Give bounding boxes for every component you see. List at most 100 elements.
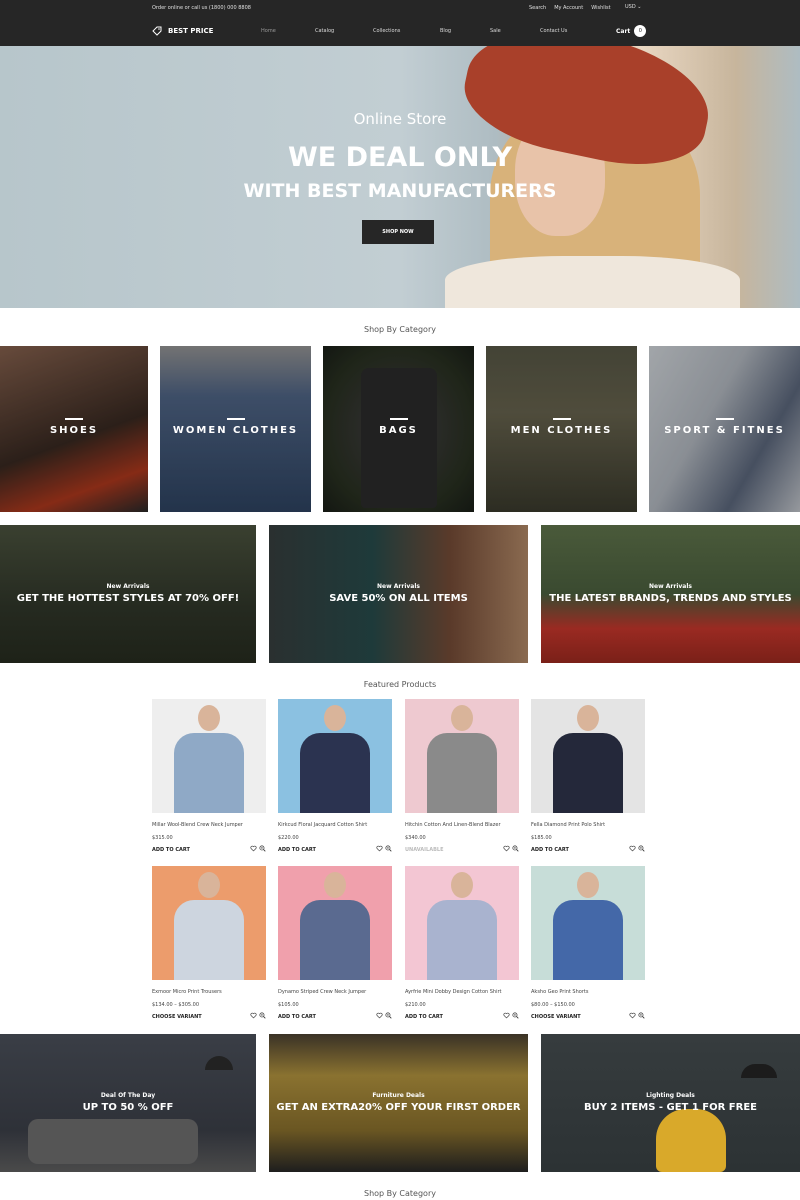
price-tag-icon: [152, 26, 162, 36]
heart-icon[interactable]: [376, 845, 383, 852]
quick-view-zoom-icon[interactable]: [385, 1012, 392, 1019]
add-to-cart-button[interactable]: ADD TO CART: [152, 847, 190, 853]
nav-contact-us[interactable]: Contact Us: [540, 28, 567, 34]
promo-kicker: New Arrivals: [377, 583, 420, 590]
deal-banner-deal-of-the-day[interactable]: Deal Of The Day UP TO 50 % OFF: [0, 1034, 256, 1172]
category-label: BAGS: [379, 425, 418, 436]
my-account-link[interactable]: My Account: [554, 5, 583, 11]
product-card[interactable]: Kirkcud Floral Jacquard Cotton Shirt $220…: [278, 699, 392, 859]
product-card[interactable]: Aksho Geo Print Shorts $80.00 – $150.00 CH…: [531, 866, 645, 1026]
utility-links: Search My Account Wishlist: [529, 5, 611, 11]
nav-catalog[interactable]: Catalog: [315, 28, 334, 34]
product-price: $210.00: [405, 1002, 426, 1008]
sofa-shape: [28, 1119, 198, 1164]
product-model: [174, 872, 244, 980]
search-link[interactable]: Search: [529, 5, 546, 11]
hero-banner: Online Store WE DEAL ONLY WITH BEST MANU…: [0, 46, 800, 308]
product-image[interactable]: [531, 699, 645, 813]
section-title-featured: Featured Products: [363, 680, 437, 689]
promo-banner-hottest-styles[interactable]: New Arrivals GET THE HOTTEST STYLES AT 7…: [0, 525, 256, 663]
heart-icon[interactable]: [376, 1012, 383, 1019]
product-name[interactable]: Kirkcud Floral Jacquard Cotton Shirt: [278, 822, 367, 828]
choose-variant-button[interactable]: CHOOSE VARIANT: [531, 1014, 581, 1020]
product-name[interactable]: Exmoor Micro Print Trousers: [152, 989, 222, 995]
quick-view-zoom-icon[interactable]: [638, 845, 645, 852]
add-to-cart-button[interactable]: ADD TO CART: [531, 847, 569, 853]
quick-view-zoom-icon[interactable]: [259, 1012, 266, 1019]
product-price: $134.00 – $305.00: [152, 1002, 200, 1008]
product-card[interactable]: Dynamo Striped Crew Neck Jumper $105.00 AD…: [278, 866, 392, 1026]
category-tile-women-clothes[interactable]: WOMEN CLOTHES: [160, 346, 311, 512]
deal-banner-lighting[interactable]: Lighting Deals BUY 2 ITEMS - GET 1 FOR F…: [541, 1034, 800, 1172]
deal-kicker: Lighting Deals: [646, 1092, 695, 1099]
product-price: $185.00: [531, 835, 552, 841]
add-to-cart-button[interactable]: ADD TO CART: [278, 1014, 316, 1020]
category-tile-shoes[interactable]: SHOES: [0, 346, 148, 512]
add-to-cart-button[interactable]: ADD TO CART: [405, 1014, 443, 1020]
product-card[interactable]: Ayrfrie Mini Dobby Design Cotton Shirt $2…: [405, 866, 519, 1026]
product-image[interactable]: [405, 866, 519, 980]
category-label: SHOES: [49, 425, 99, 436]
promo-banner-save-50[interactable]: New Arrivals SAVE 50% ON ALL ITEMS: [269, 525, 528, 663]
promo-headline: THE LATEST BRANDS, TRENDS AND STYLES: [549, 593, 792, 604]
cart-button[interactable]: Cart 0: [616, 25, 647, 37]
quick-view-zoom-icon[interactable]: [259, 845, 266, 852]
heart-icon[interactable]: [503, 845, 510, 852]
currency-selector[interactable]: USD ⌄: [625, 4, 641, 10]
wishlist-link[interactable]: Wishlist: [591, 5, 610, 11]
shop-now-button[interactable]: SHOP NOW: [362, 220, 434, 244]
promo-banner-latest-brands[interactable]: New Arrivals THE LATEST BRANDS, TRENDS A…: [541, 525, 800, 663]
quick-view-zoom-icon[interactable]: [512, 845, 519, 852]
product-image[interactable]: [152, 866, 266, 980]
nav-collections[interactable]: Collections: [373, 28, 400, 34]
category-label: SPORT & FITNES: [664, 425, 785, 436]
heart-icon[interactable]: [503, 1012, 510, 1019]
product-card[interactable]: Fella Diamond Print Polo Shirt $185.00 ADD…: [531, 699, 645, 859]
nav-home[interactable]: Home: [261, 28, 276, 34]
add-to-cart-button[interactable]: ADD TO CART: [278, 847, 316, 853]
hero-subtitle: Online Store: [353, 110, 447, 128]
deal-kicker: Furniture Deals: [372, 1092, 425, 1099]
product-name[interactable]: Dynamo Striped Crew Neck Jumper: [278, 989, 366, 995]
product-name[interactable]: Ayrfrie Mini Dobby Design Cotton Shirt: [405, 989, 502, 995]
nav-sale[interactable]: Sale: [490, 28, 501, 34]
category-tile-bags[interactable]: BAGS: [323, 346, 474, 512]
heart-icon[interactable]: [629, 845, 636, 852]
product-card[interactable]: Millar Wool-Blend Crew Neck Jumper $315.0…: [152, 699, 266, 859]
product-card[interactable]: Hitchin Cotton And Linen-Blend Blazer $34…: [405, 699, 519, 859]
divider: [552, 418, 571, 420]
contact-phone-text: Order online or call us (1800) 000 8808: [152, 5, 251, 11]
product-price: $80.00 – $150.00: [531, 1002, 575, 1008]
chevron-down-icon: ⌄: [637, 4, 642, 10]
cart-count-badge: 0: [634, 25, 647, 37]
deal-banner-furniture[interactable]: Furniture Deals GET AN EXTRA20% OFF YOUR…: [269, 1034, 528, 1172]
product-image[interactable]: [405, 699, 519, 813]
product-model: [427, 872, 497, 980]
choose-variant-button[interactable]: CHOOSE VARIANT: [152, 1014, 202, 1020]
nav-blog[interactable]: Blog: [440, 28, 451, 34]
heart-icon[interactable]: [250, 1012, 257, 1019]
deal-headline: BUY 2 ITEMS - GET 1 FOR FREE: [583, 1102, 758, 1113]
heart-icon[interactable]: [629, 1012, 636, 1019]
product-image[interactable]: [531, 866, 645, 980]
promo-kicker: New Arrivals: [649, 583, 692, 590]
product-price: $105.00: [278, 1002, 299, 1008]
quick-view-zoom-icon[interactable]: [638, 1012, 645, 1019]
product-image[interactable]: [278, 866, 392, 980]
category-tile-men-clothes[interactable]: MEN CLOTHES: [486, 346, 637, 512]
quick-view-zoom-icon[interactable]: [512, 1012, 519, 1019]
category-tile-sport-fitness[interactable]: SPORT & FITNES: [649, 346, 800, 512]
product-model: [174, 705, 244, 813]
product-name[interactable]: Hitchin Cotton And Linen-Blend Blazer: [405, 822, 501, 828]
logo[interactable]: BEST PRICE: [152, 26, 213, 36]
product-name[interactable]: Aksho Geo Print Shorts: [531, 989, 588, 995]
product-image[interactable]: [278, 699, 392, 813]
product-name[interactable]: Millar Wool-Blend Crew Neck Jumper: [152, 822, 243, 828]
product-image[interactable]: [152, 699, 266, 813]
product-price: $340.00: [405, 835, 426, 841]
product-model: [427, 705, 497, 813]
product-card[interactable]: Exmoor Micro Print Trousers $134.00 – $30…: [152, 866, 266, 1026]
product-name[interactable]: Fella Diamond Print Polo Shirt: [531, 822, 605, 828]
heart-icon[interactable]: [250, 845, 257, 852]
quick-view-zoom-icon[interactable]: [385, 845, 392, 852]
